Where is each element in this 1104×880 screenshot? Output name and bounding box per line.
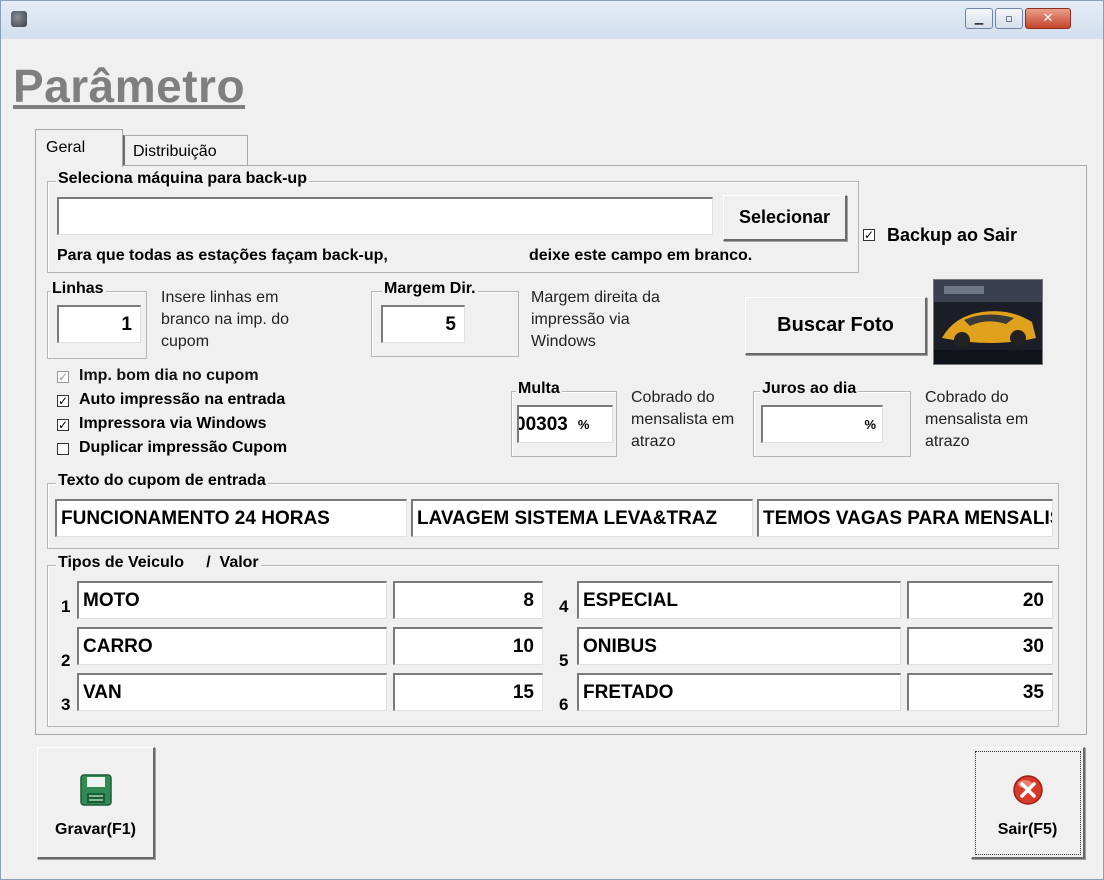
backup-hint-right: deixe este campo em branco. — [529, 247, 753, 264]
backup-hint-left: Para que todas as estações façam back-up… — [57, 247, 388, 264]
vehicle-row-number: 2 — [61, 651, 71, 670]
fine-value: 00303 — [517, 413, 568, 435]
vehicle-row-number: 1 — [61, 597, 71, 616]
car-photo-icon — [934, 280, 1042, 364]
select-machine-button[interactable]: Selecionar — [723, 195, 847, 241]
vehicle-value-input[interactable]: 30 — [907, 627, 1053, 665]
fetch-photo-button[interactable]: Buscar Foto — [745, 297, 927, 355]
fine-input[interactable]: 00303 % — [517, 405, 613, 443]
backup-on-exit-label: Backup ao Sair — [887, 225, 1018, 245]
exit-button[interactable]: Sair(F5) — [971, 747, 1085, 859]
exit-button-label: Sair(F5) — [997, 820, 1058, 838]
save-button[interactable]: Gravar(F1) — [37, 747, 155, 859]
vehicle-type-input[interactable]: ESPECIAL — [577, 581, 901, 619]
vehicle-type-input[interactable]: ONIBUS — [577, 627, 901, 665]
opt-good-morning-checkbox[interactable]: ✓ — [57, 371, 69, 383]
interest-group-label: Juros ao dia — [760, 380, 859, 398]
opt-windows-printer-checkbox[interactable]: ✓ — [57, 419, 69, 431]
vehicle-type-input[interactable]: CARRO — [77, 627, 387, 665]
interest-input[interactable]: % — [761, 405, 883, 443]
vehicle-value-input[interactable]: 35 — [907, 673, 1053, 711]
vehicle-row-number: 5 — [559, 651, 569, 670]
vehicle-type-input[interactable]: VAN — [77, 673, 387, 711]
maximize-button[interactable]: ▫ — [995, 8, 1023, 29]
vehicle-row-number: 4 — [559, 597, 569, 616]
backup-machine-input[interactable] — [57, 197, 713, 235]
minimize-icon: ▁ — [974, 12, 984, 25]
save-floppy-icon — [79, 773, 112, 806]
coupon-line-2-input[interactable]: LAVAGEM SISTEMA LEVA&TRAZ — [411, 499, 753, 537]
vehicle-value-input[interactable]: 20 — [907, 581, 1053, 619]
parametro-window: ▁ ▫ ✕ Parâmetro Geral Distribuição Selec… — [0, 0, 1104, 880]
opt-auto-print-label: Auto impressão na entrada — [79, 391, 286, 408]
backup-group-label: Seleciona máquina para back-up — [56, 170, 309, 188]
margin-description: Margem direita da impressão via Windows — [531, 289, 660, 350]
opt-auto-print-checkbox[interactable]: ✓ — [57, 395, 69, 407]
vehicles-group-label: Tipos de Veiculo / Valor — [56, 554, 261, 572]
page-title: Parâmetro — [13, 60, 246, 112]
coupon-group-label: Texto do cupom de entrada — [56, 472, 268, 490]
tab-distribuicao[interactable]: Distribuição — [123, 135, 248, 165]
vehicle-type-input[interactable]: FRETADO — [577, 673, 901, 711]
margin-input[interactable]: 5 — [381, 305, 465, 343]
close-icon: ✕ — [1042, 11, 1054, 26]
lines-description: Insere linhas em branco na imp. do cupom — [161, 289, 290, 350]
photo-preview — [933, 279, 1043, 365]
minimize-button[interactable]: ▁ — [965, 8, 993, 29]
margin-group-label: Margem Dir. — [382, 280, 478, 298]
opt-duplicate-print-label: Duplicar impressão Cupom — [79, 439, 288, 456]
maximize-icon: ▫ — [1005, 12, 1013, 25]
exit-x-icon — [1012, 774, 1043, 805]
vehicle-value-input[interactable]: 15 — [393, 673, 543, 711]
title-bar: ▁ ▫ ✕ — [1, 1, 1103, 39]
tab-geral[interactable]: Geral — [35, 129, 123, 167]
vehicle-type-input[interactable]: MOTO — [77, 581, 387, 619]
opt-good-morning-label: Imp. bom dia no cupom — [79, 367, 259, 384]
app-icon — [11, 11, 27, 27]
interest-description: Cobrado do mensalista em atrazo — [925, 389, 1029, 450]
interest-unit: % — [864, 417, 876, 432]
fine-description: Cobrado do mensalista em atrazo — [631, 389, 735, 450]
vehicle-row-number: 3 — [61, 695, 71, 714]
fine-group-label: Multa — [516, 380, 562, 398]
lines-input[interactable]: 1 — [57, 305, 141, 343]
lines-group-label: Linhas — [50, 280, 106, 298]
save-button-label: Gravar(F1) — [55, 820, 136, 838]
opt-windows-printer-label: Impressora via Windows — [79, 415, 267, 432]
backup-on-exit-checkbox[interactable]: ✓ — [863, 229, 875, 241]
vehicle-value-input[interactable]: 8 — [393, 581, 543, 619]
fine-unit: % — [577, 417, 590, 432]
close-button[interactable]: ✕ — [1025, 8, 1071, 29]
vehicle-value-input[interactable]: 10 — [393, 627, 543, 665]
vehicle-row-number: 6 — [559, 695, 569, 714]
coupon-line-3-input[interactable]: TEMOS VAGAS PARA MENSALISTAS — [757, 499, 1053, 537]
coupon-line-1-input[interactable]: FUNCIONAMENTO 24 HORAS — [55, 499, 407, 537]
opt-duplicate-print-checkbox[interactable] — [57, 443, 69, 455]
